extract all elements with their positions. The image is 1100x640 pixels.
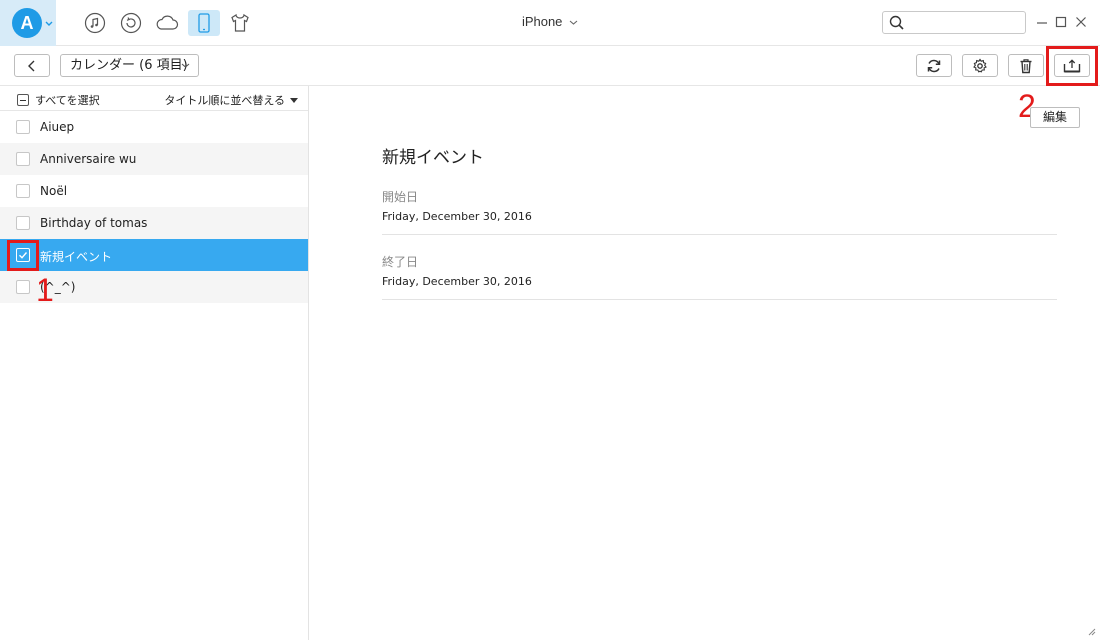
toolbar: カレンダー (6 項目) [0,46,1100,86]
settings-button[interactable] [962,54,998,77]
event-title: 新規イベント [382,148,484,168]
annotation-highlight-checkbox [7,240,39,271]
end-date-label: 終了日 [382,255,419,269]
select-all-checkbox[interactable]: すべてを選択 [17,92,100,108]
select-all-label: すべてを選択 [35,94,100,107]
caret-down-icon [290,97,298,103]
item-label: Anniversaire wu [40,152,137,166]
item-checkbox[interactable] [16,184,30,198]
device-name: iPhone [521,14,563,29]
maximize-button[interactable] [1054,14,1068,30]
annotation-highlight-export [1046,46,1098,86]
app-logo: A [12,8,42,38]
sort-dropdown[interactable]: タイトル順に並べ替える [164,92,298,108]
list-header: すべてを選択 タイトル順に並べ替える [0,86,308,111]
search-box[interactable] [882,11,1026,34]
phone-icon[interactable] [188,10,220,36]
item-label: Aiuep [40,120,75,134]
delete-button[interactable] [1008,54,1044,77]
chevron-down-icon [45,21,53,26]
device-selector[interactable]: iPhone [490,14,610,29]
close-button[interactable] [1074,14,1088,30]
edit-button[interactable]: 編集 [1030,107,1080,128]
list-item[interactable]: Noël [0,175,308,207]
event-detail-panel: 編集 新規イベント 開始日 Friday, December 30, 2016 … [310,86,1100,640]
back-button[interactable] [14,54,50,77]
search-input[interactable] [907,14,1021,31]
item-label: Noël [40,184,68,198]
sort-label: タイトル順に並べ替える [164,94,285,107]
refresh-icon [927,59,941,72]
trash-icon [1020,58,1032,73]
minimize-button[interactable] [1035,14,1049,30]
item-label: Birthday of tomas [40,216,148,230]
title-bar: A iPhone [0,0,1100,46]
chevron-left-icon [28,60,35,71]
history-icon[interactable] [118,11,144,35]
cloud-icon[interactable] [154,11,180,35]
chevron-down-icon [569,20,578,25]
maximize-icon [1055,16,1067,28]
end-date-value: Friday, December 30, 2016 [382,275,532,288]
start-date-value: Friday, December 30, 2016 [382,210,532,223]
item-checkbox[interactable] [16,280,30,294]
chevron-down-icon [181,63,190,68]
divider [382,299,1057,300]
search-icon [889,15,904,30]
list-item[interactable]: Birthday of tomas [0,207,308,239]
resize-grip-icon[interactable] [1086,626,1096,636]
event-list-panel: すべてを選択 タイトル順に並べ替える Aiuep Anniversaire wu… [0,86,309,640]
item-checkbox[interactable] [16,120,30,134]
minimize-icon [1037,22,1047,24]
tshirt-icon[interactable] [227,11,253,35]
category-dropdown[interactable]: カレンダー (6 項目) [60,54,199,77]
item-checkbox[interactable] [16,216,30,230]
app-logo-button[interactable]: A [0,0,56,46]
item-label: 新規イベント [40,250,113,264]
gear-icon [973,58,987,73]
music-icon[interactable] [82,11,108,35]
start-date-label: 開始日 [382,190,419,204]
checkbox-indeterminate [17,94,29,106]
item-checkbox[interactable] [16,152,30,166]
list-item[interactable]: Anniversaire wu [0,143,308,175]
divider [382,234,1057,235]
list-item-selected[interactable]: 新規イベント [0,239,308,271]
list-item[interactable]: Aiuep [0,111,308,143]
category-label: カレンダー (6 項目) [70,58,188,73]
refresh-button[interactable] [916,54,952,77]
annotation-step-1: 1 [36,272,54,308]
close-icon [1076,17,1086,27]
